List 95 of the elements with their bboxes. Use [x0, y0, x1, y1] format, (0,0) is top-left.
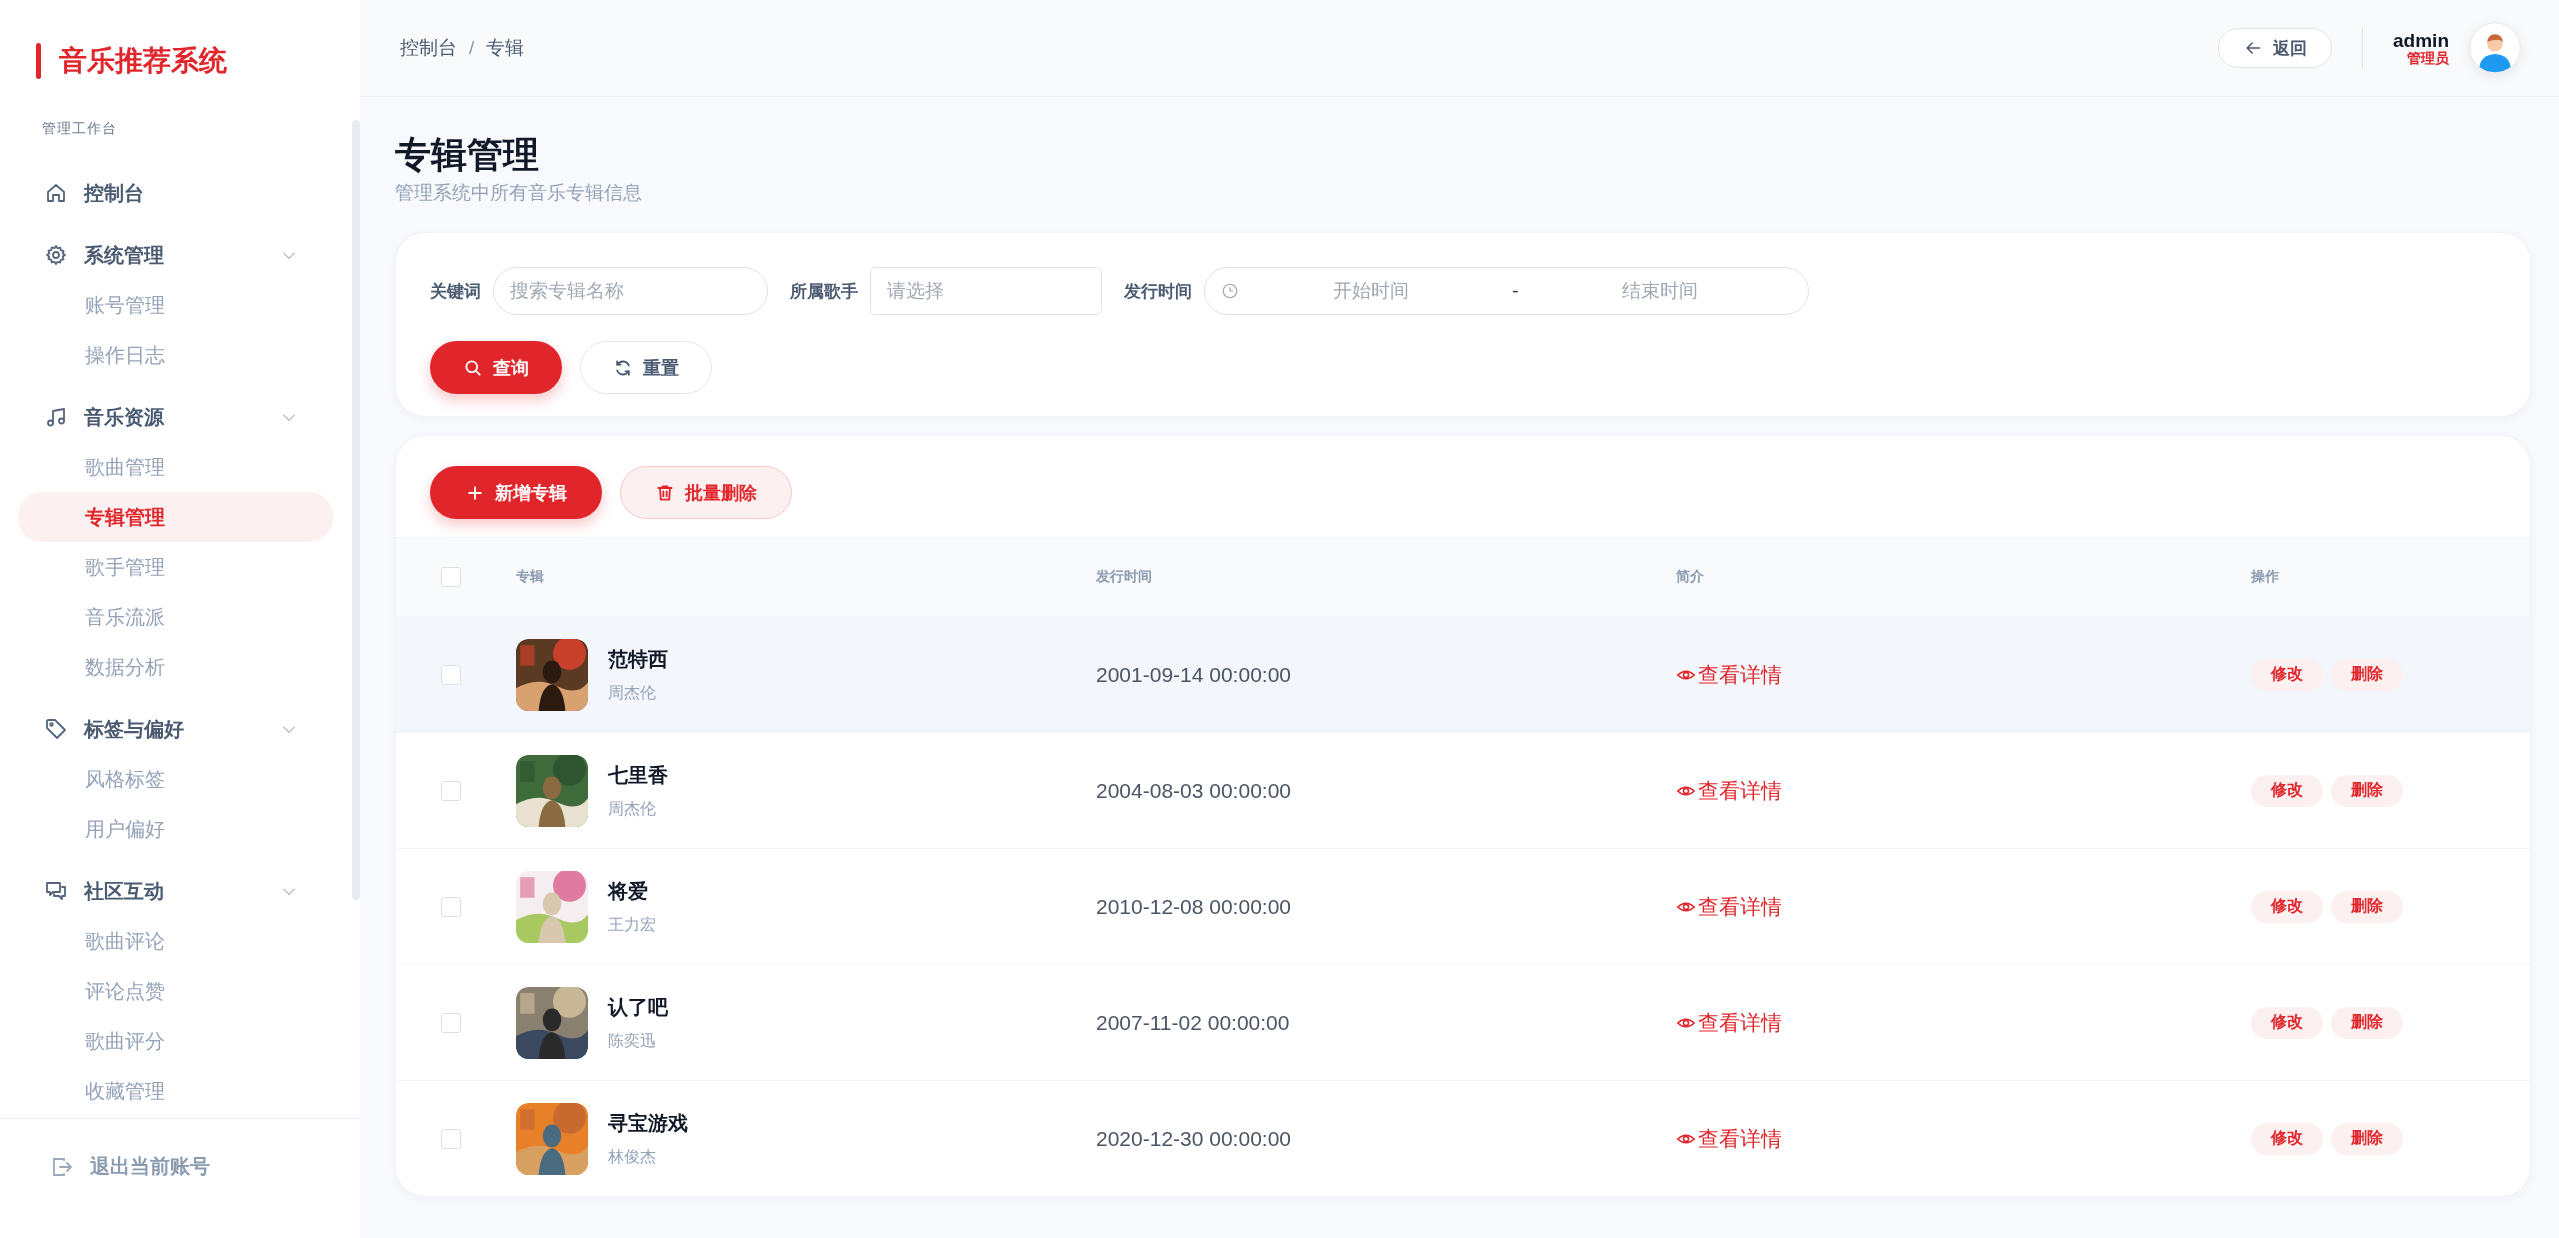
- column-header: 发行时间: [1096, 568, 1153, 587]
- delete-button[interactable]: 删除: [2331, 1122, 2403, 1155]
- menu-group[interactable]: 标签与偏好: [0, 704, 346, 754]
- table-row[interactable]: 将爱 王力宏 2010-12-08 00:00:00 查看详情 修改 删除: [396, 848, 2530, 965]
- column-header: 简介: [1676, 568, 1705, 587]
- trash-icon: [655, 482, 675, 503]
- table-row[interactable]: 认了吧 陈奕迅 2007-11-02 00:00:00 查看详情 修改 删除: [396, 964, 2530, 1081]
- album-name: 七里香: [608, 762, 668, 788]
- column-header: 操作: [2251, 568, 2280, 587]
- logo-bar: [36, 43, 41, 79]
- page-title: 专辑管理: [395, 133, 540, 177]
- delete-button[interactable]: 删除: [2331, 1006, 2403, 1039]
- column-header: 专辑: [516, 568, 545, 587]
- view-details-link[interactable]: 查看详情: [1676, 1124, 1782, 1153]
- row-checkbox[interactable]: [441, 896, 461, 917]
- edit-button[interactable]: 修改: [2251, 1006, 2323, 1039]
- view-details-link[interactable]: 查看详情: [1676, 1008, 1782, 1037]
- menu-item[interactable]: 数据分析: [18, 642, 333, 692]
- menu-item[interactable]: 歌曲管理: [18, 442, 333, 492]
- edit-button[interactable]: 修改: [2251, 1122, 2323, 1155]
- breadcrumb-item[interactable]: 专辑: [486, 35, 525, 61]
- menu-item[interactable]: 歌手管理: [18, 542, 333, 592]
- album-name: 将爱: [608, 878, 649, 904]
- menu-item[interactable]: 收藏管理: [18, 1066, 333, 1116]
- menu-item[interactable]: 专辑管理: [18, 492, 333, 542]
- view-details-link[interactable]: 查看详情: [1676, 776, 1782, 805]
- field-label: 所属歌手: [790, 280, 858, 303]
- menu-group[interactable]: 社区互动: [0, 866, 346, 916]
- table-row[interactable]: 寻宝游戏 林俊杰 2020-12-30 00:00:00 查看详情 修改 删除: [396, 1080, 2530, 1197]
- album-name: 认了吧: [608, 994, 668, 1020]
- home-icon: [44, 181, 68, 205]
- range-separator: -: [1511, 280, 1520, 303]
- breadcrumb-separator: /: [469, 37, 475, 59]
- menu-item[interactable]: 操作日志: [18, 330, 333, 380]
- menu-item[interactable]: 歌曲评分: [18, 1016, 333, 1066]
- field-label: 关键词: [430, 280, 481, 303]
- menu-item[interactable]: 风格标签: [18, 754, 333, 804]
- search-field[interactable]: 搜索专辑名称: [493, 267, 768, 316]
- edit-button[interactable]: 修改: [2251, 890, 2323, 923]
- table-cell-text: 2007-11-02 00:00:00: [1096, 1010, 1291, 1035]
- reset-button[interactable]: 重置: [580, 341, 712, 395]
- avatar[interactable]: [2469, 22, 2521, 74]
- field-label: 发行时间: [1124, 280, 1192, 303]
- music-note-icon: [44, 405, 68, 429]
- singer-name: 周杰伦: [608, 798, 657, 819]
- delete-button[interactable]: 删除: [2331, 774, 2403, 807]
- delete-button[interactable]: 删除: [2331, 890, 2403, 923]
- album-name: 寻宝游戏: [608, 1110, 688, 1136]
- view-details-link[interactable]: 查看详情: [1676, 892, 1782, 921]
- menu-item[interactable]: 用户偏好: [18, 804, 333, 854]
- table-cell-text: 2010-12-08 00:00:00: [1096, 894, 1292, 919]
- table-cell-text: 2004-08-03 00:00:00: [1096, 778, 1292, 803]
- album-name: 范特西: [608, 646, 668, 672]
- menu-item[interactable]: 账号管理: [18, 280, 333, 330]
- user-name: admin: [2393, 30, 2449, 51]
- singer-name: 王力宏: [608, 914, 656, 935]
- singer-name: 周杰伦: [608, 682, 657, 703]
- select-all-checkbox[interactable]: [441, 567, 461, 588]
- chat-icon: [44, 879, 68, 903]
- table-cell-text: 2001-09-14 00:00:00: [1096, 662, 1292, 687]
- select-field[interactable]: 请选择: [870, 267, 1102, 316]
- batch-delete-button[interactable]: 批量删除: [620, 466, 792, 520]
- menu-group[interactable]: 音乐资源: [0, 392, 346, 442]
- table-row[interactable]: 七里香 周杰伦 2004-08-03 00:00:00 查看详情 修改 删除: [396, 732, 2530, 849]
- menu-group[interactable]: 系统管理: [0, 230, 346, 280]
- scrollbar[interactable]: [352, 120, 360, 900]
- user-role: 管理员: [2407, 50, 2449, 66]
- back-button[interactable]: 返回: [2218, 28, 2333, 68]
- search-icon: [463, 357, 483, 378]
- row-checkbox[interactable]: [441, 780, 461, 801]
- table-row[interactable]: 范特西 周杰伦 2001-09-14 00:00:00 查看详情 修改 删除: [396, 616, 2530, 733]
- clock-icon: [1221, 282, 1239, 301]
- tag-icon: [44, 717, 68, 741]
- table-cell-text: 2020-12-30 00:00:00: [1096, 1126, 1292, 1151]
- menu-item[interactable]: 音乐流派: [18, 592, 333, 642]
- row-checkbox[interactable]: [441, 1128, 461, 1149]
- app-title: 音乐推荐系统: [59, 44, 227, 78]
- view-details-link[interactable]: 查看详情: [1676, 660, 1782, 689]
- breadcrumb-item[interactable]: 控制台: [400, 35, 457, 61]
- singer-name: 林俊杰: [608, 1146, 657, 1167]
- section-label: 管理工作台: [41, 119, 118, 138]
- edit-button[interactable]: 修改: [2251, 658, 2323, 691]
- logout-button[interactable]: 退出当前账号: [46, 1147, 214, 1186]
- page-subtitle: 管理系统中所有音乐专辑信息: [395, 181, 643, 206]
- menu-item[interactable]: 评论点赞: [18, 966, 333, 1016]
- row-checkbox[interactable]: [441, 664, 461, 685]
- search-button[interactable]: 查询: [430, 341, 562, 395]
- menu-group[interactable]: 控制台: [0, 168, 346, 218]
- row-checkbox[interactable]: [441, 1012, 461, 1033]
- singer-name: 陈奕迅: [608, 1030, 657, 1051]
- settings-icon: [44, 243, 68, 267]
- add-button[interactable]: 新增专辑: [430, 466, 602, 520]
- menu-item[interactable]: 歌曲评论: [18, 916, 333, 966]
- edit-button[interactable]: 修改: [2251, 774, 2323, 807]
- delete-button[interactable]: 删除: [2331, 658, 2403, 691]
